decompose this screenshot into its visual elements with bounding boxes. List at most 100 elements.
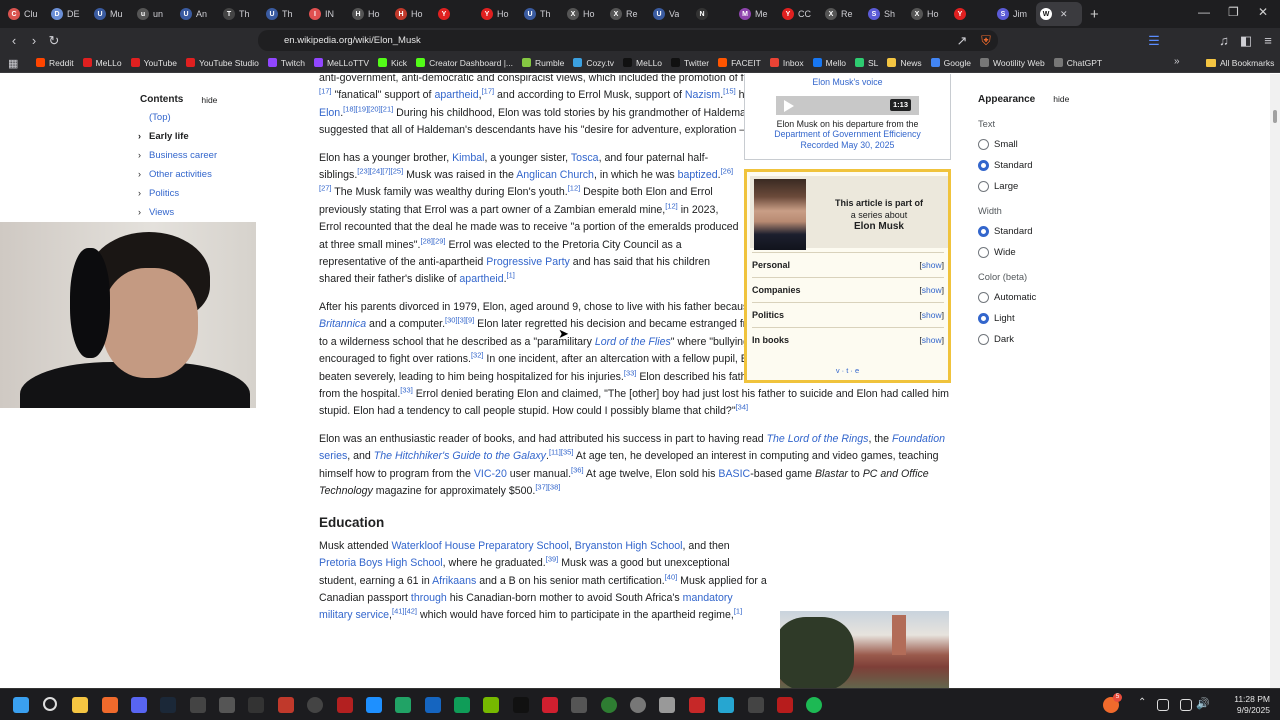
chevron-right-icon[interactable]: › [138, 169, 141, 179]
wiki-link[interactable]: BASIC [718, 468, 750, 480]
portrait-image[interactable] [754, 179, 806, 250]
browser-tab[interactable]: W ✕ [1036, 2, 1082, 26]
wiki-link[interactable]: series [319, 450, 347, 462]
browser-tab[interactable]: D DE [47, 2, 90, 26]
wiki-link[interactable]: The Hitchhiker's Guide to the Galaxy [374, 450, 546, 462]
radio-button[interactable] [978, 292, 989, 303]
series-row[interactable]: In books [show] [752, 327, 944, 351]
bookmark-item[interactable]: FACEIT [718, 58, 761, 68]
browser-tab[interactable]: N [692, 2, 735, 26]
file-explorer-icon[interactable] [72, 697, 88, 713]
app-icon[interactable] [513, 697, 529, 713]
citation-link[interactable]: [28][29] [421, 236, 446, 245]
wiki-link[interactable]: Pretoria Boys High School [319, 557, 443, 569]
extensions-icon[interactable]: ♫ [1214, 33, 1234, 48]
app-icon[interactable] [542, 697, 558, 713]
bookmark-item[interactable]: Google [930, 58, 971, 68]
xbox-icon[interactable] [601, 697, 617, 713]
app-icon[interactable] [278, 697, 294, 713]
sidebar-icon[interactable]: ☰ [1144, 33, 1164, 49]
volume-icon[interactable]: 🔊 [1196, 697, 1210, 710]
bookmark-item[interactable]: MeLLoTTV [313, 58, 369, 68]
citation-link[interactable]: [33] [624, 368, 637, 377]
forward-icon[interactable]: › [24, 33, 44, 48]
play-icon[interactable] [784, 99, 794, 112]
wiki-link[interactable]: Bryanston High School [575, 540, 683, 552]
browser-tab[interactable]: U An [176, 2, 219, 26]
app-icon[interactable] [718, 697, 734, 713]
citation-link[interactable]: [12] [665, 201, 678, 210]
show-link[interactable]: show [922, 260, 942, 270]
school-photo[interactable] [780, 611, 949, 688]
series-row[interactable]: Personal [show] [752, 252, 944, 276]
menu-icon[interactable]: ≡ [1258, 33, 1278, 48]
browser-tab[interactable]: U Va [649, 2, 692, 26]
browser-tab[interactable]: X Ho [563, 2, 606, 26]
scrollbar[interactable] [1270, 74, 1280, 688]
steam-icon[interactable] [160, 697, 176, 713]
reload-icon[interactable]: ↻ [44, 33, 64, 49]
toc-hide-button[interactable]: hide [201, 95, 217, 105]
app-icon[interactable] [689, 697, 705, 713]
app-icon[interactable] [366, 697, 382, 713]
citation-link[interactable]: [18][19][20][21] [343, 104, 393, 113]
share-icon[interactable]: ↗ [952, 33, 972, 49]
bookmark-item[interactable]: YouTube [130, 58, 177, 68]
panel-icon[interactable]: ◧ [1236, 33, 1256, 49]
app-icon[interactable] [425, 697, 441, 713]
recorded-link[interactable]: Recorded May 30, 2025 [745, 140, 950, 151]
address-bar[interactable]: en.wikipedia.org/wiki/Elon_Musk [258, 30, 998, 51]
bookmark-item[interactable]: Rumble [522, 58, 564, 68]
bookmark-item[interactable]: MeLLo [623, 58, 662, 68]
vte-links[interactable]: v · t · e [747, 366, 948, 375]
citation-link[interactable]: [11][35] [549, 448, 573, 457]
wiki-link[interactable]: The Lord of the Rings [767, 433, 869, 445]
scrollbar-thumb[interactable] [1273, 110, 1277, 123]
citation-link[interactable]: [41][42] [392, 607, 417, 616]
apps-icon[interactable]: ▦ [8, 57, 18, 70]
wiki-link[interactable]: Waterkloof House Preparatory School [391, 540, 568, 552]
citation-link[interactable]: [40] [665, 572, 678, 581]
app-icon[interactable] [190, 697, 206, 713]
citation-link[interactable]: [36] [571, 465, 584, 474]
radio-button[interactable] [978, 226, 989, 237]
clock[interactable]: 11:28 PM 9/9/2025 [1234, 694, 1270, 716]
maximize-icon[interactable]: ❐ [1228, 5, 1239, 19]
citation-link[interactable]: [15] [723, 87, 736, 96]
chevron-right-icon[interactable]: › [138, 188, 141, 198]
new-tab-icon[interactable]: + [1090, 6, 1099, 23]
wiki-link[interactable]: through [411, 592, 447, 604]
bookmark-item[interactable]: MeLLo [82, 58, 122, 68]
bookmark-item[interactable]: Inbox [769, 58, 804, 68]
citation-link[interactable]: [17] [482, 87, 495, 96]
bookmark-item[interactable]: Cozy.tv [573, 58, 614, 68]
network-icon[interactable] [1180, 699, 1192, 711]
radio-button[interactable] [978, 160, 989, 171]
bookmark-item[interactable]: Kick [378, 58, 407, 68]
appearance-option[interactable]: Automatic [978, 292, 1138, 303]
bookmark-item[interactable]: SL [854, 58, 878, 68]
citation-link[interactable]: [30][3][9] [445, 316, 474, 325]
browser-tab[interactable]: Y [434, 2, 477, 26]
close-window-icon[interactable]: ✕ [1258, 5, 1268, 19]
citation-link[interactable]: [1] [507, 271, 515, 280]
browser-tab[interactable]: U Th [520, 2, 563, 26]
app-icon[interactable] [777, 697, 793, 713]
chevron-right-icon[interactable]: › [138, 150, 141, 160]
toc-item[interactable]: › Views [138, 207, 280, 219]
citation-link[interactable]: [1] [734, 607, 742, 616]
browser-tab[interactable]: H Ho [391, 2, 434, 26]
series-row[interactable]: Politics [show] [752, 302, 944, 326]
bookmark-item[interactable]: Reddit [36, 58, 74, 68]
wiki-link[interactable]: Anglican Church [516, 169, 594, 181]
bookmark-item[interactable]: Creator Dashboard |... [416, 58, 513, 68]
wiki-link[interactable]: VIC-20 [474, 468, 507, 480]
citation-link[interactable]: [39] [546, 555, 559, 564]
brave-icon[interactable] [102, 697, 118, 713]
wiki-link[interactable]: Progressive Party [486, 256, 570, 268]
show-link[interactable]: show [922, 310, 942, 320]
app-icon[interactable] [659, 697, 675, 713]
browser-tab[interactable]: U Th [262, 2, 305, 26]
radio-button[interactable] [978, 313, 989, 324]
series-row[interactable]: Companies [show] [752, 277, 944, 301]
